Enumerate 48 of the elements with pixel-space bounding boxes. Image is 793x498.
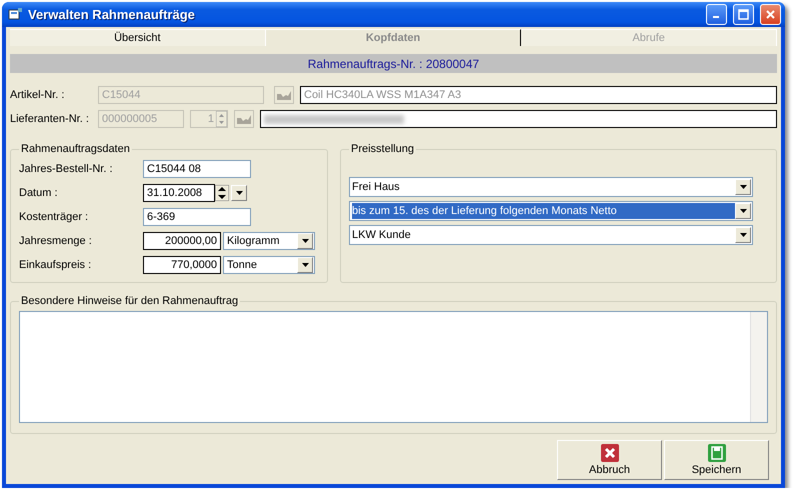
lookup-icon (277, 90, 291, 100)
date-field[interactable]: 31.10.2008 (143, 184, 215, 202)
caret-icon (302, 239, 308, 243)
text-field[interactable]: 6-369 (143, 208, 251, 226)
window-title: Verwalten Rahmenaufträge (28, 7, 196, 22)
field-label: Kostenträger : (19, 211, 88, 223)
save-button[interactable]: Speichern (664, 440, 769, 480)
tab[interactable]: Übersicht (10, 29, 266, 46)
pricing-dropdown[interactable]: LKW Kunde (349, 225, 753, 245)
close-icon (765, 9, 776, 20)
group-title: Rahmenauftragsdaten (20, 143, 131, 155)
dropdown-button[interactable] (231, 185, 247, 201)
maximize-icon (738, 9, 749, 20)
description-field: Coil HC340LA WSS M1A347 A3 (300, 86, 777, 104)
caret-icon (740, 185, 746, 189)
number-field[interactable]: 200000,00 (143, 232, 221, 250)
pricing-dropdown[interactable]: bis zum 15. des der Lieferung folgenden Monats Netto (349, 201, 753, 221)
number-field[interactable]: 770,0000 (143, 256, 221, 274)
caret-icon (740, 209, 746, 213)
cancel-button[interactable]: Abbruch (557, 440, 662, 480)
close-icon (600, 444, 618, 462)
lookup-icon (237, 114, 251, 124)
caret-icon (740, 233, 746, 237)
maximize-button[interactable] (733, 4, 754, 25)
caret-icon (302, 263, 308, 267)
field-label: Lieferanten-Nr. : (10, 113, 89, 125)
unit-dropdown[interactable]: Kilogramm (223, 232, 315, 250)
caret-icon (236, 191, 242, 195)
field-label: Jahres-Bestell-Nr. : (19, 163, 113, 175)
contract-number-bar: Rahmenauftrags-Nr. : 20800047 (10, 54, 777, 73)
text-field[interactable]: C15044 08 (143, 160, 251, 178)
notes-text-area[interactable] (19, 311, 768, 423)
group-title: Besondere Hinweise für den Rahmenauftrag (20, 295, 240, 307)
spin-arrows-icon[interactable] (215, 185, 229, 201)
minimize-button[interactable] (706, 4, 727, 25)
app-icon (8, 8, 22, 21)
dropdown-value: LKW Kunde (352, 228, 412, 243)
field-label: Datum : (19, 187, 58, 199)
floppy-disk-icon (708, 444, 726, 462)
unit-dropdown[interactable]: Tonne (223, 256, 315, 274)
dropdown-value: bis zum 15. des der Lieferung folgenden Monats Netto (352, 203, 735, 219)
dropdown-value: Frei Haus (352, 180, 401, 195)
field-label: Einkaufspreis : (19, 259, 92, 271)
pricing-dropdown[interactable]: Frei Haus (349, 177, 753, 197)
field-label: Artikel-Nr. : (10, 89, 64, 101)
field-label: Jahresmenge : (19, 235, 92, 247)
group-title: Preisstellung (350, 143, 415, 155)
close-button[interactable] (760, 4, 781, 25)
